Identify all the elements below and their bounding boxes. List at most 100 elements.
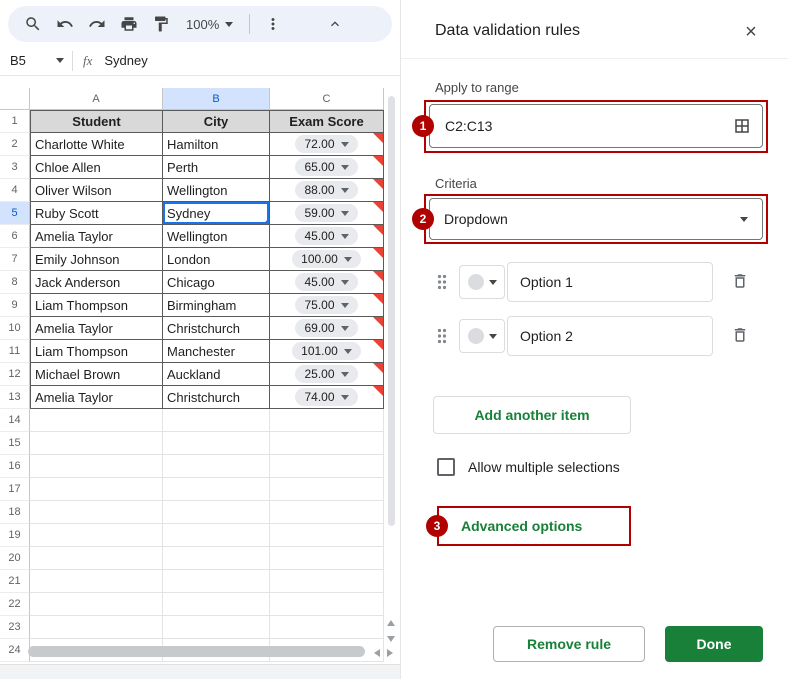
criteria-dropdown[interactable]: Dropdown — [429, 198, 763, 240]
row-header-24[interactable]: 24 — [0, 639, 30, 662]
cell[interactable]: 72.00 — [270, 133, 384, 156]
more-menu-icon[interactable] — [258, 9, 288, 39]
cell[interactable] — [163, 524, 270, 547]
row-header-10[interactable]: 10 — [0, 317, 30, 340]
dropdown-chip[interactable]: 75.00 — [295, 296, 357, 314]
drag-handle-icon[interactable] — [437, 274, 447, 295]
cell[interactable]: Amelia Taylor — [30, 317, 163, 340]
print-icon[interactable] — [114, 9, 144, 39]
cell[interactable] — [30, 478, 163, 501]
remove-rule-button[interactable]: Remove rule — [493, 626, 645, 662]
cell[interactable]: 75.00 — [270, 294, 384, 317]
cell[interactable]: Exam Score — [270, 110, 384, 133]
cell[interactable]: 45.00 — [270, 225, 384, 248]
row-header-20[interactable]: 20 — [0, 547, 30, 570]
dropdown-chip[interactable]: 74.00 — [295, 388, 357, 406]
cell[interactable]: Christchurch — [163, 317, 270, 340]
row-header-22[interactable]: 22 — [0, 593, 30, 616]
drag-handle-icon[interactable] — [437, 328, 447, 349]
row-header-8[interactable]: 8 — [0, 271, 30, 294]
cell[interactable]: Jack Anderson — [30, 271, 163, 294]
cell[interactable] — [163, 616, 270, 639]
dropdown-chip[interactable]: 101.00 — [292, 342, 361, 360]
cell[interactable]: Charlotte White — [30, 133, 163, 156]
cell[interactable] — [30, 409, 163, 432]
row-header-13[interactable]: 13 — [0, 386, 30, 409]
cell[interactable] — [270, 455, 384, 478]
trash-icon[interactable] — [731, 272, 749, 295]
cell[interactable] — [270, 616, 384, 639]
cell[interactable]: 25.00 — [270, 363, 384, 386]
cell[interactable] — [30, 547, 163, 570]
row-header-14[interactable]: 14 — [0, 409, 30, 432]
option-color-picker[interactable] — [459, 265, 505, 299]
option-text-input[interactable] — [507, 316, 713, 356]
column-header-B[interactable]: B — [163, 88, 270, 110]
dropdown-chip[interactable]: 72.00 — [295, 135, 357, 153]
scroll-down-icon[interactable] — [384, 632, 398, 646]
vertical-scrollbar[interactable] — [388, 96, 395, 526]
row-header-1[interactable]: 1 — [0, 110, 30, 133]
done-button[interactable]: Done — [665, 626, 763, 662]
cell[interactable]: City — [163, 110, 270, 133]
row-header-18[interactable]: 18 — [0, 501, 30, 524]
dropdown-chip[interactable]: 25.00 — [295, 365, 357, 383]
cell[interactable] — [163, 409, 270, 432]
selection-fill-handle[interactable] — [265, 220, 270, 225]
cell[interactable]: Wellington — [163, 225, 270, 248]
cell[interactable] — [163, 455, 270, 478]
cell[interactable]: Student — [30, 110, 163, 133]
row-header-9[interactable]: 9 — [0, 294, 30, 317]
cell[interactable]: 74.00 — [270, 386, 384, 409]
row-header-12[interactable]: 12 — [0, 363, 30, 386]
range-input[interactable]: C2:C13 — [429, 104, 763, 148]
cell[interactable]: Hamilton — [163, 133, 270, 156]
row-header-11[interactable]: 11 — [0, 340, 30, 363]
trash-icon[interactable] — [731, 326, 749, 349]
cell[interactable]: Chloe Allen — [30, 156, 163, 179]
cell[interactable] — [163, 547, 270, 570]
dropdown-chip[interactable]: 88.00 — [295, 181, 357, 199]
collapse-toolbar-icon[interactable] — [320, 9, 350, 39]
row-header-4[interactable]: 4 — [0, 179, 30, 202]
cell[interactable] — [270, 501, 384, 524]
cell[interactable] — [270, 432, 384, 455]
dropdown-chip[interactable]: 59.00 — [295, 204, 357, 222]
column-header-A[interactable]: A — [30, 88, 163, 110]
cell[interactable]: Amelia Taylor — [30, 225, 163, 248]
row-header-21[interactable]: 21 — [0, 570, 30, 593]
cell[interactable] — [30, 616, 163, 639]
undo-icon[interactable] — [50, 9, 80, 39]
cell[interactable] — [270, 478, 384, 501]
select-all-corner[interactable] — [0, 88, 30, 110]
cell[interactable] — [163, 570, 270, 593]
paint-format-icon[interactable] — [146, 9, 176, 39]
cell[interactable]: Wellington — [163, 179, 270, 202]
row-header-17[interactable]: 17 — [0, 478, 30, 501]
cell[interactable]: Perth — [163, 156, 270, 179]
name-box[interactable]: B5 — [0, 53, 72, 68]
close-icon[interactable]: × — [737, 18, 765, 46]
cell[interactable] — [30, 593, 163, 616]
cell[interactable]: 65.00 — [270, 156, 384, 179]
row-header-3[interactable]: 3 — [0, 156, 30, 179]
cell[interactable]: Oliver Wilson — [30, 179, 163, 202]
add-another-item-button[interactable]: Add another item — [433, 396, 631, 434]
cell[interactable] — [270, 547, 384, 570]
cell[interactable] — [30, 501, 163, 524]
cell[interactable]: Birmingham — [163, 294, 270, 317]
select-range-icon[interactable] — [733, 117, 751, 135]
cell[interactable] — [163, 501, 270, 524]
row-header-23[interactable]: 23 — [0, 616, 30, 639]
row-header-16[interactable]: 16 — [0, 455, 30, 478]
dropdown-chip[interactable]: 45.00 — [295, 273, 357, 291]
search-icon[interactable] — [18, 9, 48, 39]
option-text-input[interactable] — [507, 262, 713, 302]
row-header-6[interactable]: 6 — [0, 225, 30, 248]
redo-icon[interactable] — [82, 9, 112, 39]
cell[interactable] — [30, 570, 163, 593]
cell[interactable] — [270, 593, 384, 616]
dropdown-chip[interactable]: 65.00 — [295, 158, 357, 176]
formula-bar-value[interactable]: Sydney — [104, 53, 147, 68]
cell[interactable]: Chicago — [163, 271, 270, 294]
